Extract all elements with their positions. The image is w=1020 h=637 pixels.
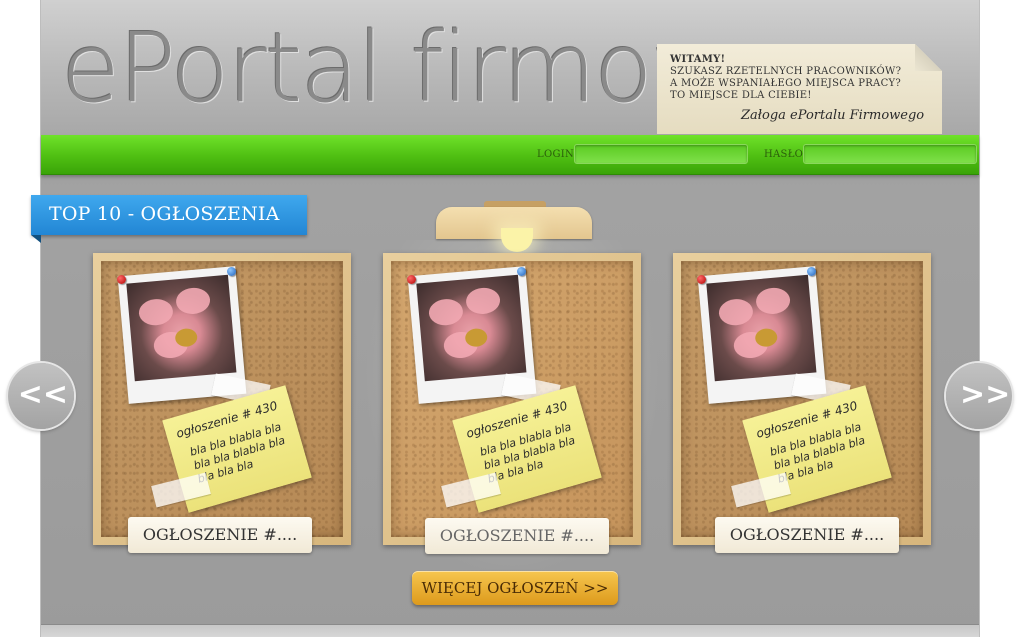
note-signature: Załoga ePortalu Firmowego bbox=[741, 108, 925, 123]
note-fold-corner bbox=[915, 44, 942, 71]
more-ads-button[interactable]: WIĘCEJ OGŁOSZEŃ >> bbox=[412, 571, 618, 605]
ad-card[interactable]: ogłoszenie # 430 bla bla blabla bla bla … bbox=[673, 253, 931, 553]
pushpin-blue-icon bbox=[807, 267, 816, 276]
ribbon-fold bbox=[31, 235, 41, 243]
ad-photo bbox=[126, 274, 237, 382]
password-input[interactable] bbox=[803, 144, 977, 164]
header: ePortal firmowy WITAMY! SZUKASZ RZETELNY… bbox=[41, 0, 979, 135]
footer-bar bbox=[41, 624, 979, 637]
password-label: HASŁO bbox=[764, 149, 804, 160]
pushpin-blue-icon bbox=[517, 267, 526, 276]
ad-card[interactable]: ogłoszenie # 430 bla bla blabla bla bla … bbox=[383, 253, 641, 554]
pushpin-blue-icon bbox=[227, 267, 236, 276]
carousel-next-button[interactable]: >> bbox=[946, 363, 1012, 429]
note-line-welcome: WITAMY! bbox=[670, 54, 726, 65]
flower-center bbox=[464, 327, 488, 348]
flower-center bbox=[174, 327, 198, 348]
flower-petal bbox=[175, 286, 212, 316]
ad-card[interactable]: ogłoszenie # 430 bla bla blabla bla bla … bbox=[93, 253, 351, 553]
login-bar: LOGIN HASŁO bbox=[41, 135, 979, 175]
pushpin-red-icon bbox=[117, 275, 126, 284]
pushpin-red-icon bbox=[697, 275, 706, 284]
flower-petal bbox=[137, 297, 174, 327]
login-label: LOGIN bbox=[537, 149, 575, 160]
ad-button[interactable]: OGŁOSZENIE #.... bbox=[425, 518, 609, 554]
ad-button[interactable]: OGŁOSZENIE #.... bbox=[715, 517, 899, 553]
note-line-place: TO MIEJSCE DLA CIEBIE! bbox=[670, 90, 812, 101]
flower-petal bbox=[465, 286, 502, 316]
note-line-workers: SZUKASZ RZETELNYCH PRACOWNIKÓW? bbox=[670, 66, 902, 77]
flower-petal bbox=[717, 297, 754, 327]
ad-photo bbox=[416, 274, 527, 382]
carousel-prev-button[interactable]: << bbox=[8, 363, 74, 429]
pushpin-red-icon bbox=[407, 275, 416, 284]
flower-petal bbox=[427, 297, 464, 327]
ad-button[interactable]: OGŁOSZENIE #.... bbox=[128, 517, 312, 553]
section-title: TOP 10 - OGŁOSZENIA bbox=[49, 203, 280, 225]
login-input[interactable] bbox=[574, 144, 748, 164]
flower-center bbox=[754, 327, 778, 348]
flower-petal bbox=[755, 286, 792, 316]
ad-photo bbox=[706, 274, 817, 382]
note-line-workplace: A MOŻE WSPANIAŁEGO MIEJSCA PRACY? bbox=[670, 78, 902, 89]
